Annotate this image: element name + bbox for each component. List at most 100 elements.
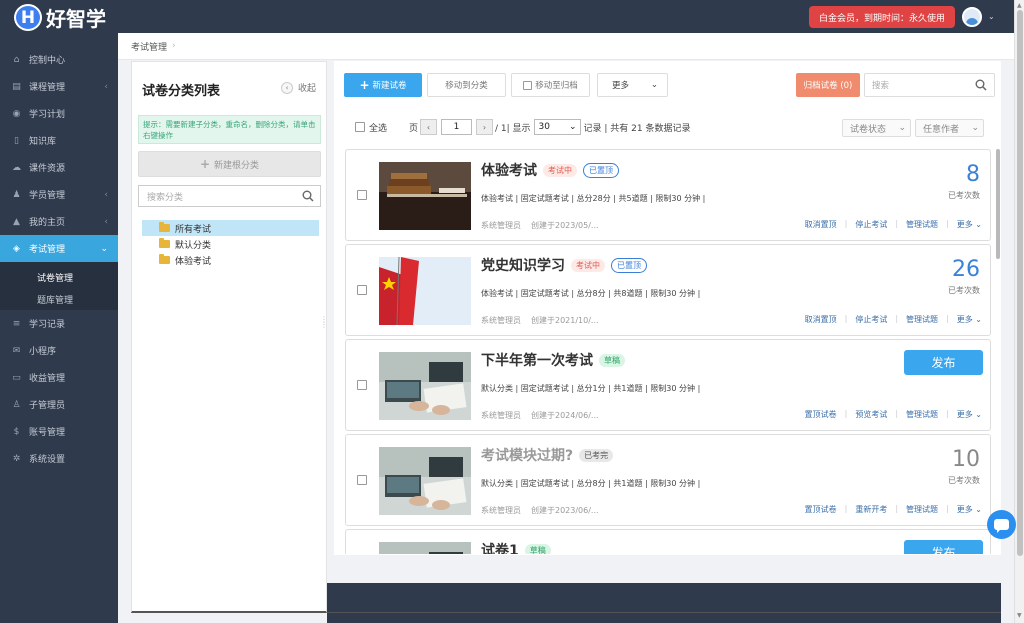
category-search-input[interactable]: 搜索分类	[138, 185, 321, 207]
exam-action-link[interactable]: 管理试题	[906, 219, 938, 230]
sidebar-item-4[interactable]: ☁ 课件资源	[0, 154, 118, 181]
exam-thumbnail[interactable]	[379, 257, 471, 325]
exam-title[interactable]: 党史知识学习	[481, 255, 565, 275]
move-to-archive-button[interactable]: 移动至归档	[511, 73, 590, 97]
sidebar-item-1[interactable]: ▤ 课程管理 ‹	[0, 73, 118, 100]
category-panel: 试卷分类列表 ‹ 收起 提示：需要新建子分类，重命名，删除分类，请单击右键操作 …	[131, 61, 327, 613]
scroll-down-icon[interactable]: ▼	[1017, 612, 1022, 619]
exam-select-checkbox[interactable]	[357, 285, 367, 295]
exam-select-checkbox[interactable]	[357, 475, 367, 485]
exam-action-link[interactable]: 置顶试卷	[805, 409, 837, 420]
exam-action-link[interactable]: 取消置顶	[805, 219, 837, 230]
exam-thumbnail[interactable]	[379, 447, 471, 515]
sidebar-item-9[interactable]: ✉ 小程序	[0, 337, 118, 364]
status-filter-select[interactable]: 试卷状态 ⌄	[842, 119, 911, 137]
scrollbar-thumb[interactable]	[1017, 10, 1023, 556]
exam-card[interactable]: 考试模块过期? 已考完 默认分类 | 固定试题考试 | 总分8分 | 共1道题 | …	[345, 434, 991, 526]
sidebar-item-11[interactable]: ♙ 子管理员	[0, 391, 118, 418]
prev-page-button[interactable]: ‹	[420, 119, 438, 135]
sidebar-subitem-0[interactable]: 试卷管理	[0, 262, 118, 288]
exam-action-link[interactable]: 更多 ⌄	[957, 504, 982, 515]
exam-status-tag: 考试中	[571, 258, 605, 272]
collapse-button[interactable]: ‹ 收起	[281, 81, 316, 94]
app-logo[interactable]: H 好智学	[14, 3, 106, 32]
archived-exams-button[interactable]: 归档试卷 (0)	[796, 73, 860, 97]
breadcrumb-current[interactable]: 考试管理	[131, 40, 167, 53]
exam-action-link[interactable]: 重新开考	[855, 504, 887, 515]
exam-select-checkbox[interactable]	[357, 190, 367, 200]
exam-action-link[interactable]: 预览考试	[855, 409, 887, 420]
exam-action-link[interactable]: 更多 ⌄	[957, 219, 982, 230]
exam-status-tag: 草稿	[524, 543, 551, 554]
sidebar-item-10[interactable]: ▭ 收益管理	[0, 364, 118, 391]
page-size-select[interactable]: 30 ⌄	[533, 119, 581, 135]
scroll-up-icon[interactable]: ▲	[1017, 2, 1022, 9]
exam-action-link[interactable]: 停止考试	[855, 314, 887, 325]
exam-action-link[interactable]: 管理试题	[906, 504, 938, 515]
exam-card[interactable]: 下半年第一次考试 草稿 默认分类 | 固定试题考试 | 总分1分 | 共1道题 | …	[345, 339, 991, 431]
sidebar-item-8[interactable]: ≡ 学习记录	[0, 310, 118, 337]
exam-created: 创建于2023/05/...	[531, 221, 599, 230]
exam-select-checkbox[interactable]	[357, 380, 367, 390]
sidebar-item-6[interactable]: ▲ 我的主页 ‹	[0, 208, 118, 235]
exam-thumbnail[interactable]	[379, 542, 471, 554]
exam-title[interactable]: 考试模块过期?	[481, 445, 573, 465]
exam-title[interactable]: 体验考试	[481, 160, 537, 180]
sidebar-item-13[interactable]: ✲ 系统设置	[0, 445, 118, 472]
chevron-down-icon[interactable]: ⌄	[988, 12, 995, 21]
exam-thumbnail[interactable]	[379, 352, 471, 420]
exam-card[interactable]: 试卷1 草稿 发布	[345, 529, 991, 554]
publish-button[interactable]: 发布	[904, 540, 983, 554]
sidebar-item-3[interactable]: ▯ 知识库	[0, 127, 118, 154]
sidebar-item-2[interactable]: ◉ 学习计划	[0, 100, 118, 127]
chat-support-button[interactable]	[987, 510, 1016, 539]
page-scrollbar[interactable]: ▲ ▼	[1014, 0, 1024, 623]
vip-status-badge[interactable]: 白金会员，到期时间：永久使用	[809, 6, 955, 28]
sidebar-item-5[interactable]: ♟ 学员管理 ‹	[0, 181, 118, 208]
search-icon[interactable]	[975, 79, 987, 91]
exam-creator: 系统管理员 创建于2024/06/...	[481, 410, 599, 421]
search-icon[interactable]	[302, 190, 314, 202]
panel-drag-handle[interactable]: ⋮ ⋮	[320, 316, 328, 329]
publish-button[interactable]: 发布	[904, 350, 983, 375]
sidebar-subitem-1[interactable]: 题库管理	[0, 288, 118, 310]
exam-search-input[interactable]: 搜索	[864, 73, 995, 97]
exam-status-tag: 考试中	[543, 163, 577, 177]
new-root-category-button[interactable]: + 新建根分类	[138, 151, 321, 177]
page-number-input[interactable]: 1	[441, 119, 473, 135]
author-filter-select[interactable]: 任意作者 ⌄	[915, 119, 984, 137]
exam-action-link[interactable]: 管理试题	[906, 314, 938, 325]
chevron-down-icon: ⌄	[971, 123, 979, 133]
exam-action-link[interactable]: 停止考试	[855, 219, 887, 230]
category-node[interactable]: 所有考试	[142, 220, 319, 236]
exam-action-link[interactable]: 取消置顶	[805, 314, 837, 325]
exam-action-link[interactable]: 置顶试卷	[805, 504, 837, 515]
exam-creator: 系统管理员 创建于2021/10/...	[481, 315, 599, 326]
exam-action-link[interactable]: 更多 ⌄	[957, 409, 982, 420]
exam-action-link[interactable]: 更多 ⌄	[957, 314, 982, 325]
sidebar-item-label: 我的主页	[29, 218, 66, 228]
exam-card[interactable]: 党史知识学习 考试中 已置顶 体验考试 | 固定试题考试 | 总分8分 | 共8道题 …	[345, 244, 991, 336]
sidebar-item-0[interactable]: ⌂ 控制中心	[0, 46, 118, 73]
sidebar-item-12[interactable]: $ 账号管理	[0, 418, 118, 445]
next-page-button[interactable]: ›	[476, 119, 494, 135]
exam-card[interactable]: 体验考试 考试中 已置顶 体验考试 | 固定试题考试 | 总分28分 | 共5道题 |…	[345, 149, 991, 241]
list-scrollbar-thumb[interactable]	[996, 149, 1000, 259]
exam-title[interactable]: 试卷1	[481, 540, 519, 554]
select-all-checkbox[interactable]	[355, 122, 365, 132]
new-exam-button[interactable]: + 新建试卷	[344, 73, 422, 97]
sidebar-item-7[interactable]: ◈ 考试管理 ⌄	[0, 235, 118, 262]
exam-title-row: 考试模块过期? 已考完	[481, 445, 614, 465]
folder-icon	[159, 222, 170, 232]
category-node[interactable]: 体验考试	[142, 252, 319, 268]
category-node[interactable]: 默认分类	[142, 236, 319, 252]
move-to-category-button[interactable]: 移动到分类	[427, 73, 506, 97]
user-avatar[interactable]	[962, 7, 982, 27]
more-dropdown[interactable]: 更多 ⌄	[597, 73, 668, 97]
exam-action-link[interactable]: 管理试题	[906, 409, 938, 420]
exam-title[interactable]: 下半年第一次考试	[481, 350, 593, 370]
exam-thumbnail[interactable]	[379, 162, 471, 230]
exam-author: 系统管理员	[481, 506, 521, 515]
exam-actions: 取消置顶 | 停止考试 | 管理试题 | 更多 ⌄	[805, 314, 982, 325]
list-scrollbar[interactable]	[996, 149, 1000, 547]
